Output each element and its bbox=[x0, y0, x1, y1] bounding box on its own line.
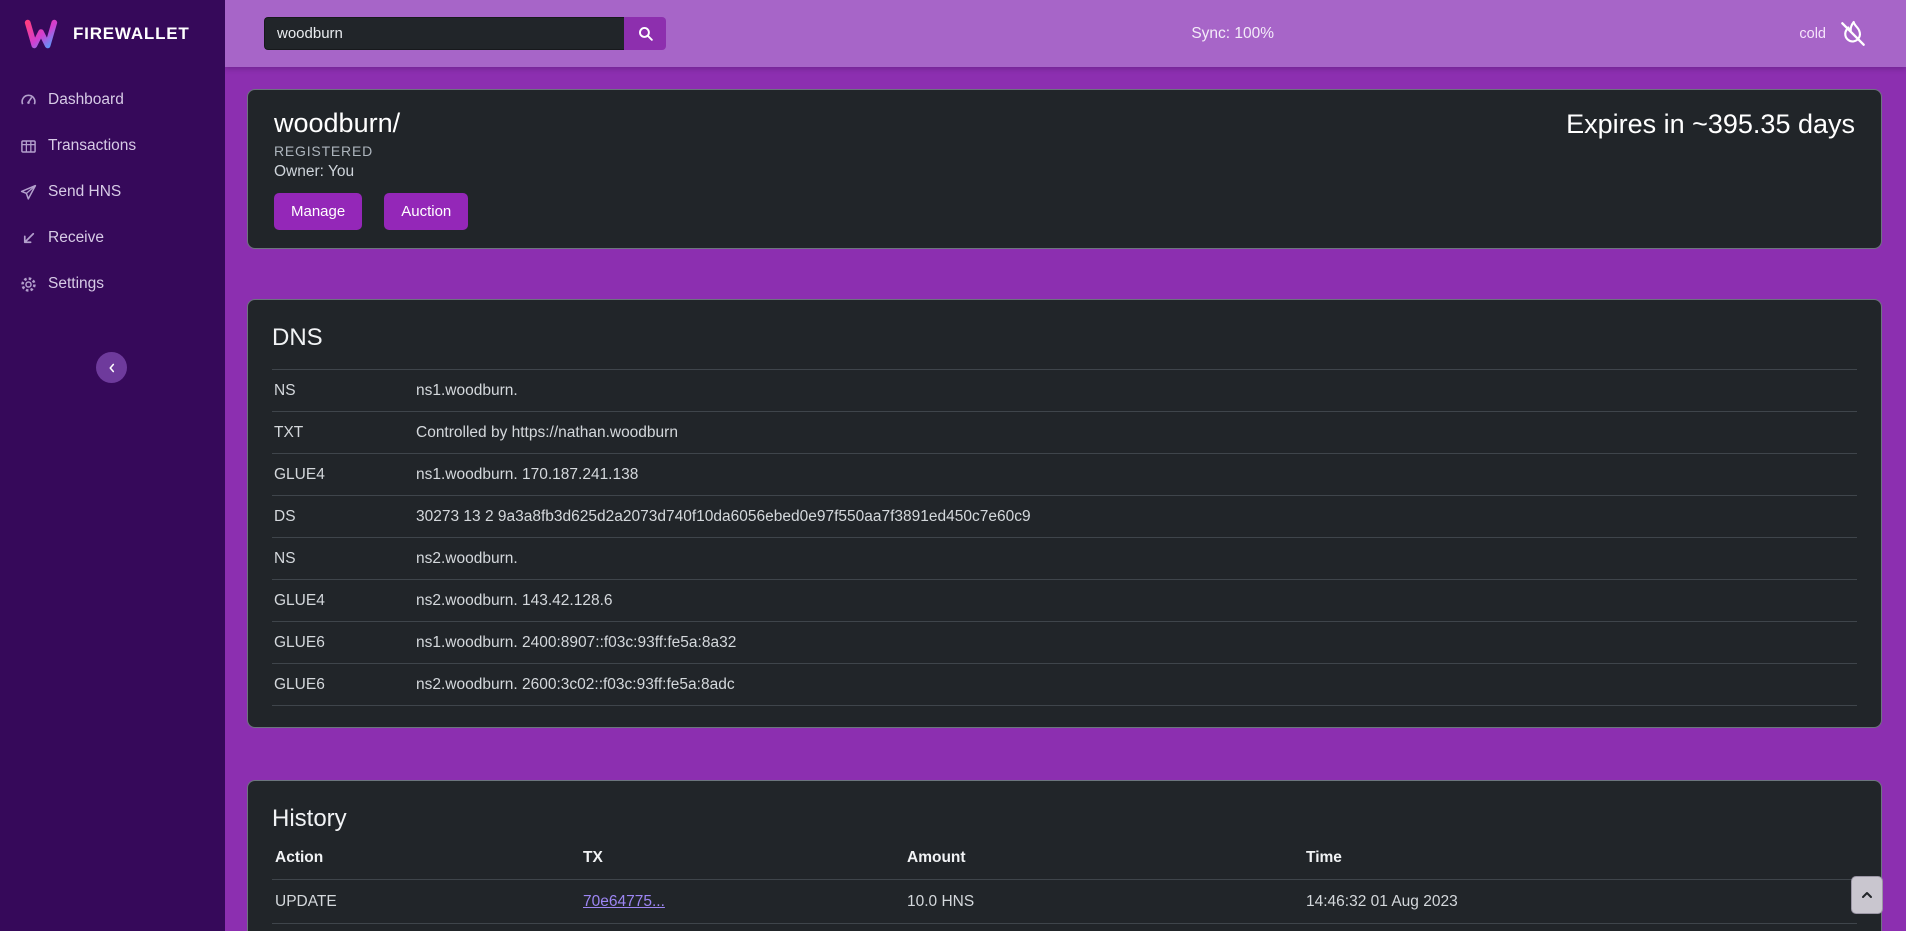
history-card: History Action TX Amount Time UPDATE 70e… bbox=[247, 780, 1882, 931]
tx-link[interactable]: 70e64775... bbox=[583, 893, 665, 910]
domain-actions: Manage Auction bbox=[274, 193, 468, 230]
search-input[interactable] bbox=[264, 17, 624, 50]
sidebar-item-label: Receive bbox=[48, 229, 104, 247]
dns-record-value: ns2.woodburn. 2600:3c02::f03c:93ff:fe5a:… bbox=[416, 675, 1857, 694]
dns-card: DNS NS ns1.woodburn. TXT Controlled by h… bbox=[247, 299, 1882, 728]
history-column-amount: Amount bbox=[907, 849, 1306, 867]
arrow-down-left-icon bbox=[20, 230, 37, 247]
history-time: 14:46:32 01 Aug 2023 bbox=[1306, 892, 1857, 911]
dns-record-value: ns2.woodburn. 143.42.128.6 bbox=[416, 591, 1857, 610]
domain-info: woodburn/ REGISTERED Owner: You Manage A… bbox=[274, 108, 468, 230]
dns-record-type: NS bbox=[272, 549, 416, 568]
wallet-status: cold bbox=[1799, 18, 1869, 50]
search-icon bbox=[637, 25, 654, 42]
history-column-tx: TX bbox=[583, 849, 907, 867]
dns-record-row: GLUE6 ns2.woodburn. 2600:3c02::f03c:93ff… bbox=[272, 664, 1857, 706]
sidebar-item-label: Dashboard bbox=[48, 91, 124, 109]
dns-record-value: ns1.woodburn. 170.187.241.138 bbox=[416, 465, 1857, 484]
sidebar: FIREWALLET Dashboard Transactions Send H… bbox=[0, 0, 225, 931]
domain-card: woodburn/ REGISTERED Owner: You Manage A… bbox=[247, 89, 1882, 249]
sidebar-item-dashboard[interactable]: Dashboard bbox=[0, 77, 225, 123]
chevron-left-icon bbox=[105, 361, 119, 375]
auction-button[interactable]: Auction bbox=[384, 193, 468, 230]
dns-record-value: ns2.woodburn. bbox=[416, 549, 1857, 568]
sync-status: Sync: 100% bbox=[666, 25, 1799, 43]
dns-record-type: TXT bbox=[272, 423, 416, 442]
history-row: UPDATE 70e64775... 10.0 HNS 14:46:32 01 … bbox=[272, 879, 1857, 923]
dns-record-row: GLUE4 ns1.woodburn. 170.187.241.138 bbox=[272, 454, 1857, 496]
dns-record-value: Controlled by https://nathan.woodburn bbox=[416, 423, 1857, 442]
sidebar-nav: Dashboard Transactions Send HNS Receive … bbox=[0, 67, 225, 307]
dns-record-type: GLUE6 bbox=[272, 633, 416, 652]
sidebar-item-label: Settings bbox=[48, 275, 104, 293]
dns-title: DNS bbox=[272, 324, 1857, 352]
history-column-time: Time bbox=[1306, 849, 1857, 867]
search-button[interactable] bbox=[624, 17, 666, 50]
sidebar-item-receive[interactable]: Receive bbox=[0, 215, 225, 261]
send-icon bbox=[20, 184, 37, 201]
history-table: Action TX Amount Time UPDATE 70e64775...… bbox=[272, 845, 1857, 931]
sidebar-collapse-button[interactable] bbox=[96, 352, 127, 383]
app-title: FIREWALLET bbox=[73, 24, 190, 44]
dns-record-row: NS ns1.woodburn. bbox=[272, 370, 1857, 412]
main-area: Sync: 100% cold woodburn/ REGISTERED Own… bbox=[225, 0, 1906, 931]
dns-record-row: GLUE4 ns2.woodburn. 143.42.128.6 bbox=[272, 580, 1857, 622]
dns-record-row: GLUE6 ns1.woodburn. 2400:8907::f03c:93ff… bbox=[272, 622, 1857, 664]
dns-record-row: DS 30273 13 2 9a3a8fb3d625d2a2073d740f10… bbox=[272, 496, 1857, 538]
wallet-mode-label: cold bbox=[1799, 26, 1826, 42]
firewallet-logo-icon bbox=[22, 15, 60, 53]
table-icon bbox=[20, 138, 37, 155]
history-column-action: Action bbox=[275, 849, 583, 867]
sidebar-item-settings[interactable]: Settings bbox=[0, 261, 225, 307]
history-action: UPDATE bbox=[275, 892, 583, 911]
dns-record-row: TXT Controlled by https://nathan.woodbur… bbox=[272, 412, 1857, 454]
search-bar bbox=[264, 17, 666, 50]
history-row: RENEW a73c5e02... 10.0 HNS 15:15:36 07 J… bbox=[272, 923, 1857, 931]
sidebar-item-label: Transactions bbox=[48, 137, 136, 155]
manage-button[interactable]: Manage bbox=[274, 193, 362, 230]
chevron-up-icon bbox=[1859, 887, 1875, 903]
topbar: Sync: 100% cold bbox=[225, 0, 1906, 67]
domain-title: woodburn/ bbox=[274, 108, 468, 138]
domain-status-badge: REGISTERED bbox=[274, 143, 468, 159]
dns-record-type: NS bbox=[272, 381, 416, 400]
history-amount: 10.0 HNS bbox=[907, 892, 1306, 911]
dns-record-type: DS bbox=[272, 507, 416, 526]
dns-record-type: GLUE4 bbox=[272, 465, 416, 484]
app-brand: FIREWALLET bbox=[0, 0, 225, 67]
domain-expiry: Expires in ~395.35 days bbox=[1566, 108, 1855, 140]
scroll-to-top-button[interactable] bbox=[1851, 876, 1883, 914]
gear-icon bbox=[20, 276, 37, 293]
dns-table: NS ns1.woodburn. TXT Controlled by https… bbox=[272, 369, 1857, 706]
dns-record-row: NS ns2.woodburn. bbox=[272, 538, 1857, 580]
fire-off-icon bbox=[1837, 18, 1869, 50]
dns-record-value: ns1.woodburn. 2400:8907::f03c:93ff:fe5a:… bbox=[416, 633, 1857, 652]
dns-record-type: GLUE6 bbox=[272, 675, 416, 694]
dns-record-type: GLUE4 bbox=[272, 591, 416, 610]
sidebar-item-send-hns[interactable]: Send HNS bbox=[0, 169, 225, 215]
dns-record-value: ns1.woodburn. bbox=[416, 381, 1857, 400]
history-header-row: Action TX Amount Time bbox=[272, 845, 1857, 879]
speedometer-icon bbox=[20, 92, 37, 109]
dns-record-value: 30273 13 2 9a3a8fb3d625d2a2073d740f10da6… bbox=[416, 507, 1857, 526]
sidebar-item-label: Send HNS bbox=[48, 183, 121, 201]
page-content: woodburn/ REGISTERED Owner: You Manage A… bbox=[225, 67, 1906, 931]
history-title: History bbox=[272, 805, 1857, 833]
domain-owner: Owner: You bbox=[274, 163, 468, 181]
sidebar-item-transactions[interactable]: Transactions bbox=[0, 123, 225, 169]
